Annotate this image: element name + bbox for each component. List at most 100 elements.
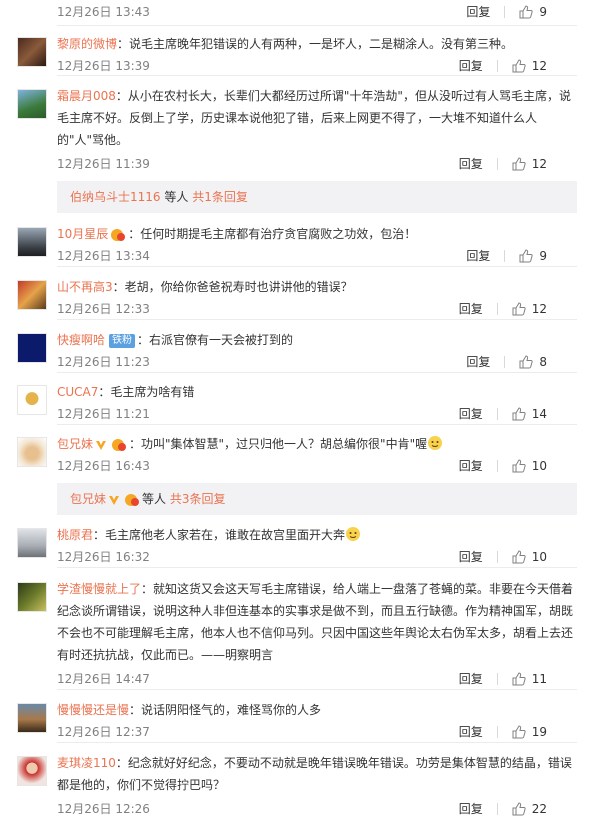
like-button[interactable]: 11 [512,668,547,690]
avatar[interactable] [17,528,47,558]
comment-body: ：说毛主席晚年犯错误的人有两种，一是坏人，二是糊涂人。没有第三种。 [117,37,514,51]
more-replies-panel[interactable]: 伯纳乌斗士1116 等人 共1条回复 [57,181,577,213]
avatar[interactable] [17,89,47,119]
thumb-up-icon [519,5,534,19]
comment-username[interactable]: 山不再高3 [57,280,113,294]
reply-button[interactable]: 回复 [466,351,490,373]
comment-list: 12月26日 13:43 回复 9 黎原的微博：说毛主席晚年犯错误的人有两种，一… [0,0,607,819]
like-button[interactable]: 10 [512,455,547,477]
reply-button[interactable]: 回复 [459,798,483,820]
reply-username[interactable]: 伯纳乌斗士1116 [70,190,161,204]
comment-meta: 12月26日 13:39 回复 12 [57,55,577,77]
comment-body: ：从小在农村长大，长辈们大都经历过所谓"十年浩劫"，但从没听过有人骂毛主席，说毛… [57,89,571,147]
avatar[interactable] [17,37,47,67]
view-replies-link[interactable]: 共1条回复 [192,190,248,204]
avatar[interactable] [17,756,47,786]
reply-button[interactable]: 回复 [459,668,483,690]
thumb-up-icon [512,725,526,739]
comment-meta: 12月26日 11:21 回复 14 [57,403,577,425]
reply-button[interactable]: 回复 [466,1,490,23]
like-button[interactable]: 22 [512,798,547,820]
comment-meta: 12月26日 11:23 回复 8 [57,351,577,373]
like-button[interactable]: 9 [519,1,547,23]
comment-username[interactable]: CUCA7 [57,385,98,399]
avatar[interactable] [17,703,47,733]
comment-username[interactable]: 10月星辰 [57,227,108,241]
more-replies-panel[interactable]: 包兄妹 等人 共3条回复 [57,483,577,515]
reply-button[interactable]: 回复 [459,55,483,77]
reply-button[interactable]: 回复 [459,721,483,743]
comment-username[interactable]: 黎原的微博 [57,37,117,51]
comment-body: ：毛主席他老人家若在，谁敢在故宫里面开大奔 [93,528,346,542]
comment-meta: 12月26日 12:37 回复 19 [57,721,577,743]
reply-button[interactable]: 回复 [459,153,483,175]
like-count: 11 [531,672,547,686]
comment-username[interactable]: 麦琪凌110 [57,756,116,770]
fan-badge-icon [112,438,127,451]
emoji-icon [428,436,443,450]
comment-username[interactable]: 学渣慢慢就上了 [57,582,141,596]
reply-button[interactable]: 回复 [466,245,490,267]
reply-button[interactable]: 回复 [459,546,483,568]
like-button[interactable]: 12 [512,153,547,175]
avatar[interactable] [17,333,47,363]
thumb-up-icon [512,672,526,686]
comment-text: CUCA7：毛主席为啥有错 [57,381,577,403]
like-count: 12 [531,157,547,171]
avatar[interactable] [17,437,47,467]
reply-mid-text: 等人 [142,492,170,506]
comment-item: 学渣慢慢就上了：就知这货又会这天写毛主席错误，给人端上一盘落了苍蝇的菜。非要在今… [0,568,607,690]
thumb-up-icon [519,355,534,369]
comment-meta: 12月26日 12:26 回复 22 [57,798,577,820]
comment-meta: 12月26日 13:43 回复 9 [57,1,577,23]
comment-time: 12月26日 11:23 [57,355,150,369]
comment-text: 霜晨月008：从小在农村长大，长辈们大都经历过所谓"十年浩劫"，但从没听过有人骂… [57,85,577,151]
comment-username[interactable]: 慢慢慢还是慢 [57,703,129,717]
thumb-up-icon [512,302,526,316]
reply-button[interactable]: 回复 [459,455,483,477]
emoji-icon [346,527,361,541]
like-count: 12 [531,302,547,316]
comment-body: ：说话阴阳怪气的，难怪骂你的人多 [129,703,322,717]
comment-username[interactable]: 桃原君 [57,528,93,542]
comment-body: ：老胡，你给你爸爸祝寿时也讲讲他的错误？ [112,280,353,294]
comment-username[interactable]: 快瘦啊哈 [57,333,105,347]
like-button[interactable]: 8 [519,351,547,373]
like-count: 10 [531,550,547,564]
comment-text: 黎原的微博：说毛主席晚年犯错误的人有两种，一是坏人，二是糊涂人。没有第三种。 [57,33,577,55]
comment-text: 10月星辰 ：任何时期提毛主席都有治疗贪官腐败之功效，包治！ [57,223,577,245]
like-button[interactable]: 10 [512,546,547,568]
comment-text: 山不再高3：老胡，你给你爸爸祝寿时也讲讲他的错误？ [57,276,577,298]
like-button[interactable]: 9 [519,245,547,267]
like-count: 9 [539,5,547,19]
comment-body: ：右派官僚有一天会被打到的 [137,333,294,347]
like-button[interactable]: 19 [512,721,547,743]
view-replies-link[interactable]: 共3条回复 [170,492,226,506]
comment-meta: 12月26日 16:32 回复 10 [57,546,577,568]
like-button[interactable]: 12 [512,298,547,320]
comment-item: 10月星辰 ：任何时期提毛主席都有治疗贪官腐败之功效，包治！ 12月26日 13:… [0,213,607,267]
comment-time: 12月26日 13:39 [57,59,150,73]
like-button[interactable]: 14 [512,403,547,425]
reply-username[interactable]: 包兄妹 [70,492,106,506]
thumb-up-icon [512,459,526,473]
avatar[interactable] [17,582,47,612]
reply-button[interactable]: 回复 [459,298,483,320]
comment-meta: 12月26日 13:34 回复 9 [57,245,577,267]
v-badge-icon [109,495,120,505]
like-count: 19 [531,725,547,739]
avatar[interactable] [17,280,47,310]
avatar[interactable] [17,385,47,415]
comment-item: 山不再高3：老胡，你给你爸爸祝寿时也讲讲他的错误？ 12月26日 12:33 回… [0,267,607,320]
comment-item: 麦琪凌110：纪念就好好纪念，不要动不动就是晚年错误晚年错误。功劳是集体智慧的结… [0,743,607,819]
avatar[interactable] [17,227,47,257]
reply-button[interactable]: 回复 [459,403,483,425]
like-button[interactable]: 12 [512,55,547,77]
comment-text: 麦琪凌110：纪念就好好纪念，不要动不动就是晚年错误晚年错误。功劳是集体智慧的结… [57,752,577,796]
thumb-up-icon [512,802,526,816]
comment-username[interactable]: 霜晨月008 [57,89,116,103]
comment-time: 12月26日 12:37 [57,725,150,739]
comment-item: 霜晨月008：从小在农村长大，长辈们大都经历过所谓"十年浩劫"，但从没听过有人骂… [0,76,607,175]
comment-username[interactable]: 包兄妹 [57,437,93,451]
comment-body: ：功叫"集体智慧"，过只归他一人？胡总编你很"中肯"喔 [129,437,428,451]
